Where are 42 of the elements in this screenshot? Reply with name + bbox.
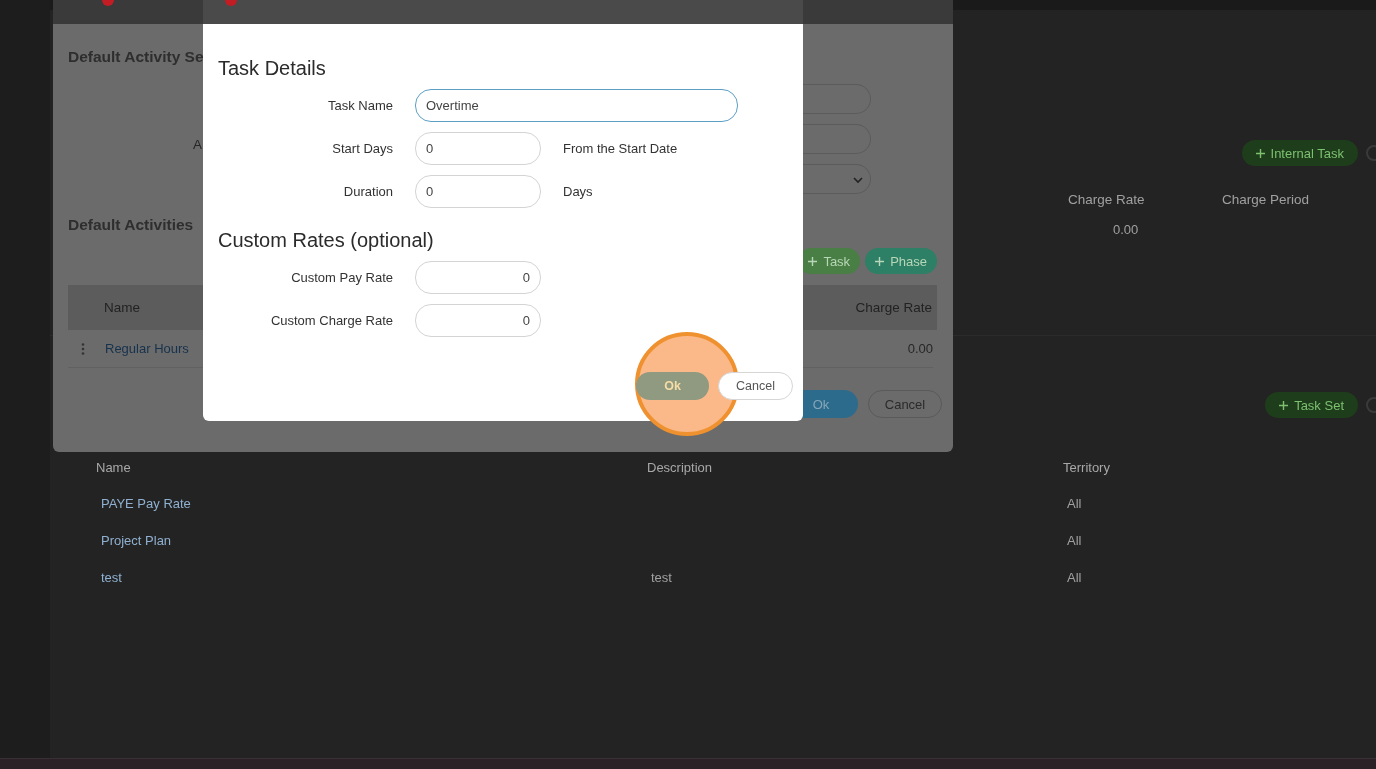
input-field[interactable]: 0 xyxy=(415,261,541,294)
field-label: Custom Charge Rate xyxy=(270,313,393,328)
dialog-title: Default Activity Se xyxy=(68,48,204,66)
input-field[interactable]: Overtime xyxy=(415,89,738,122)
column-header: Charge Rate xyxy=(1068,191,1146,207)
chevron-icon xyxy=(852,174,864,186)
task-set-button[interactable]: Task Set xyxy=(1265,392,1358,418)
field-label: A xyxy=(193,137,202,152)
table-cell: All xyxy=(1067,570,1082,585)
section-title: Task Details xyxy=(218,56,326,80)
task-set-link[interactable]: test xyxy=(101,570,122,585)
input-field[interactable]: 0 xyxy=(415,304,541,337)
table-cell: All xyxy=(1067,533,1082,548)
internal-task-button[interactable]: Internal Task xyxy=(1241,140,1358,166)
section-title: Custom Rates (optional) xyxy=(218,228,434,252)
table-cell-text: 0.00 xyxy=(1113,221,1140,237)
field-label: Task Name xyxy=(327,98,393,113)
input-field[interactable]: 0 xyxy=(415,175,541,208)
column-header: Charge Period xyxy=(1222,191,1311,207)
field-hint: Days xyxy=(563,184,594,199)
input-field[interactable]: 0 xyxy=(415,132,541,165)
field-label: Custom Pay Rate xyxy=(291,270,393,285)
plus-icon xyxy=(1279,400,1289,410)
field-label: Start Days xyxy=(332,141,393,156)
plus-icon xyxy=(808,256,818,266)
column-header: Name xyxy=(96,460,132,475)
cancel-button[interactable]: Cancel xyxy=(718,372,793,400)
plus-icon xyxy=(875,256,885,266)
table-cell: test xyxy=(651,570,672,585)
column-header: Name xyxy=(104,300,140,315)
field-hint: From the Start Date xyxy=(563,141,679,156)
table-cell: 0.00 xyxy=(907,341,933,356)
plus-icon xyxy=(1255,148,1265,158)
column-header: Territory xyxy=(1063,460,1111,475)
table-cell: All xyxy=(1067,496,1082,511)
column-header: Description xyxy=(647,460,714,475)
task-set-link[interactable]: Project Plan xyxy=(101,533,172,548)
field-label: Duration xyxy=(343,184,393,199)
column-header: Charge Rate xyxy=(855,300,932,315)
section-title: Default Activities xyxy=(68,216,194,234)
more-icon[interactable] xyxy=(81,342,85,355)
task-set-link[interactable]: PAYE Pay Rate xyxy=(101,496,191,511)
